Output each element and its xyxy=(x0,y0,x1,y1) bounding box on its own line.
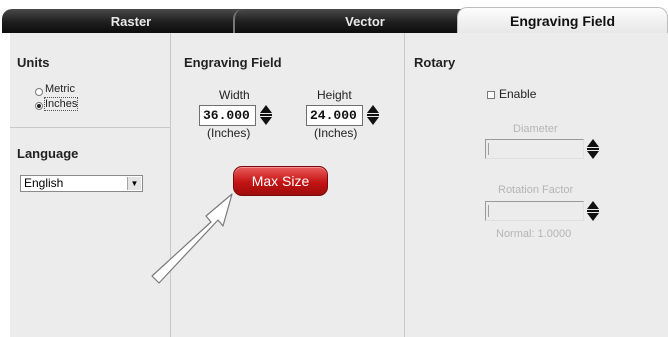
pointer-arrow-icon xyxy=(151,193,233,284)
